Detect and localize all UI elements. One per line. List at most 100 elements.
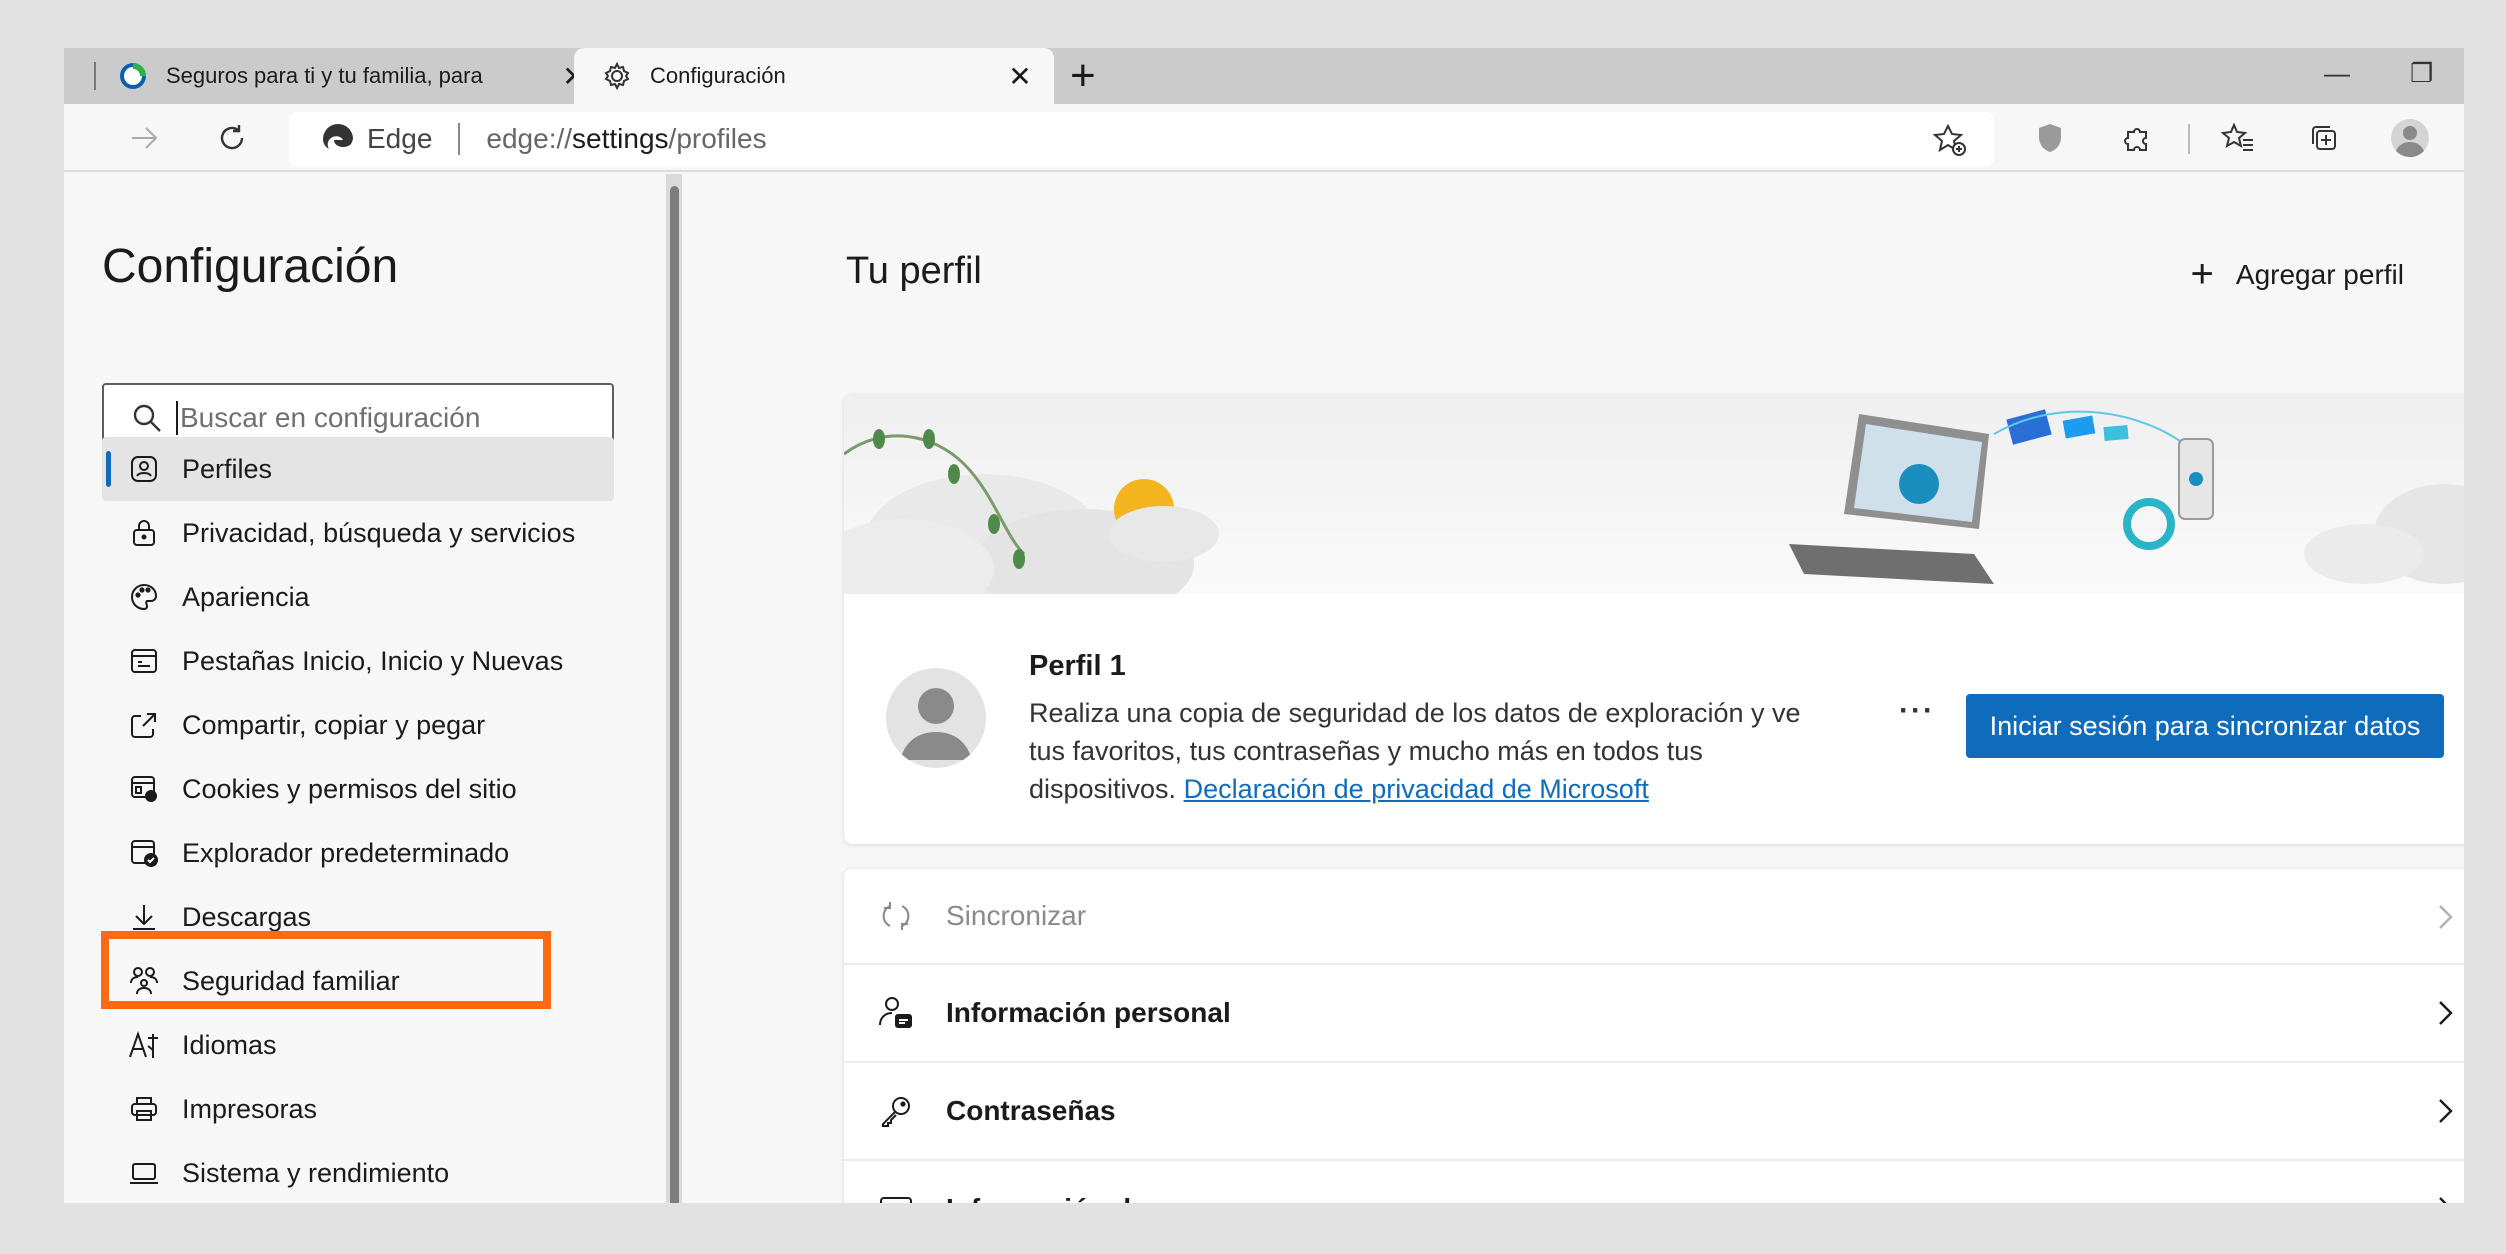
download-icon: [126, 899, 162, 935]
profile-icon: [126, 451, 162, 487]
sidebar-item-privacidad[interactable]: Privacidad, búsqueda y servicios: [102, 501, 614, 565]
chevron-right-icon: [2439, 905, 2453, 929]
favorites-button[interactable]: [2218, 118, 2258, 158]
chevron-right-icon: [2439, 1197, 2447, 1203]
search-icon: [133, 404, 161, 432]
row-informacion-pago[interactable]: Información de pago: [844, 1161, 2464, 1203]
settings-nav-list: Perfiles Privacidad, búsqueda y servicio…: [102, 437, 614, 1203]
forward-button[interactable]: [124, 118, 164, 158]
restore-icon[interactable]: ❐: [2410, 58, 2433, 89]
sidebar-item-idiomas[interactable]: Idiomas: [102, 1013, 614, 1077]
banner-art-icon: [844, 409, 2464, 619]
sidebar-item-cookies[interactable]: Cookies y permisos del sitio: [102, 757, 614, 821]
palette-icon: [126, 579, 162, 615]
avatar-icon: [900, 688, 972, 760]
sidebar-item-perfiles[interactable]: Perfiles: [102, 437, 614, 501]
sidebar-item-impresoras[interactable]: Impresoras: [102, 1077, 614, 1141]
puzzle-icon: [2124, 128, 2147, 151]
start-page-icon: [126, 643, 162, 679]
key-icon: [876, 1091, 916, 1131]
tab-close-icon[interactable]: ✕: [1000, 60, 1040, 93]
tab-title: Configuración: [650, 63, 786, 88]
edge-logo-icon: [323, 123, 353, 149]
sidebar-item-label: Pestañas Inicio, Inicio y Nuevas: [182, 645, 564, 676]
printer-icon: [126, 1091, 162, 1127]
url-text: edge://settings/profiles: [486, 123, 766, 155]
sidebar-item-compartir[interactable]: Compartir, copiar y pegar: [102, 693, 614, 757]
row-sincronizar[interactable]: Sincronizar: [844, 869, 2464, 965]
sidebar-item-label: Sistema y rendimiento: [182, 1157, 450, 1188]
personal-info-icon: [876, 993, 916, 1033]
highlight-annotation: [101, 931, 551, 1009]
row-label: Contraseñas: [946, 1095, 1116, 1126]
address-separator: [458, 123, 461, 155]
sidebar-item-label: Descargas: [182, 901, 312, 932]
url-path: /profiles: [668, 123, 767, 154]
settings-sidebar: Configuración Perfiles Privacidad, búsqu…: [64, 174, 666, 1203]
collections-icon: [2312, 126, 2336, 150]
new-tab-button[interactable]: +: [1070, 54, 1096, 98]
add-favorite-icon[interactable]: [1932, 122, 1968, 158]
minimize-icon[interactable]: —: [2324, 58, 2350, 89]
sidebar-item-label: Explorador predeterminado: [182, 837, 510, 868]
refresh-icon: [220, 125, 244, 150]
refresh-button[interactable]: [212, 118, 252, 158]
toolbar: Edge edge://settings/profiles: [64, 104, 2464, 172]
sidebar-item-label: Cookies y permisos del sitio: [182, 773, 517, 804]
tab-seguros[interactable]: Seguros para ti y tu familia, para ✕: [94, 48, 634, 104]
profile-body: Perfil 1 Realiza una copia de seguridad …: [844, 594, 2464, 844]
toolbar-separator: [2188, 124, 2190, 154]
profile-description: Realiza una copia de seguridad de los da…: [1029, 694, 1829, 808]
share-icon: [126, 707, 162, 743]
address-bar[interactable]: Edge edge://settings/profiles: [289, 112, 1994, 166]
main-content: Tu perfil + Agregar perfil Perfil 1 Real…: [682, 174, 2464, 1203]
cookies-icon: [126, 771, 162, 807]
more-options-icon[interactable]: ···: [1899, 694, 1935, 728]
privacy-link[interactable]: Declaración de privacidad de Microsoft: [1184, 774, 1649, 804]
sidebar-scrollbar[interactable]: [666, 174, 682, 1203]
sync-icon: [876, 896, 916, 936]
default-browser-icon: [126, 835, 162, 871]
text-caret: [176, 401, 178, 435]
tab-separator: [94, 62, 96, 90]
tab-configuracion[interactable]: Configuración ✕: [574, 48, 1054, 104]
scrollbar-thumb[interactable]: [670, 186, 679, 1203]
sidebar-item-label: Impresoras: [182, 1093, 318, 1124]
sidebar-item-label: Perfiles: [182, 453, 273, 484]
collections-button[interactable]: [2304, 118, 2344, 158]
forward-arrow-icon: [132, 127, 158, 149]
sidebar-item-label: Idiomas: [182, 1029, 277, 1060]
sidebar-item-label: Compartir, copiar y pegar: [182, 709, 486, 740]
browser-label: Edge: [367, 123, 433, 154]
search-input[interactable]: [180, 402, 580, 434]
sidebar-item-explorador[interactable]: Explorador predeterminado: [102, 821, 614, 885]
plus-icon: +: [2190, 252, 2214, 296]
url-host: settings: [572, 123, 669, 154]
sidebar-item-apariencia[interactable]: Apariencia: [102, 565, 614, 629]
sign-in-sync-button[interactable]: Iniciar sesión para sincronizar datos: [1966, 694, 2444, 758]
profile-card: Perfil 1 Realiza una copia de seguridad …: [844, 394, 2464, 844]
add-profile-label: Agregar perfil: [2235, 258, 2404, 290]
row-contrasenas[interactable]: Contraseñas: [844, 1063, 2464, 1161]
favorites-icon: [2221, 122, 2253, 151]
language-icon: [126, 1027, 162, 1063]
profile-banner-illustration: [844, 394, 2464, 619]
row-informacion-personal[interactable]: Información personal: [844, 965, 2464, 1063]
tracking-prevention-button[interactable]: [2030, 118, 2070, 158]
avatar: [886, 668, 986, 768]
chevron-right-icon: [2439, 1001, 2453, 1025]
sidebar-item-sistema[interactable]: Sistema y rendimiento: [102, 1141, 614, 1203]
profile-name: Perfil 1: [1029, 650, 1126, 682]
extensions-button[interactable]: [2118, 118, 2158, 158]
row-label: Información de pago: [946, 1193, 1221, 1203]
avatar-icon: [2391, 119, 2429, 158]
add-profile-button[interactable]: + Agregar perfil: [2191, 252, 2404, 297]
laptop-icon: [126, 1155, 162, 1191]
sidebar-item-pestanas[interactable]: Pestañas Inicio, Inicio y Nuevas: [102, 629, 614, 693]
profile-button[interactable]: [2390, 118, 2430, 158]
lock-icon: [126, 515, 162, 551]
settings-rows-card: Sincronizar Información personal Contras…: [844, 869, 2464, 1203]
tab-strip: Seguros para ti y tu familia, para ✕ Con…: [64, 48, 2464, 104]
sidebar-title: Configuración: [102, 240, 399, 293]
gear-icon: [604, 61, 630, 91]
